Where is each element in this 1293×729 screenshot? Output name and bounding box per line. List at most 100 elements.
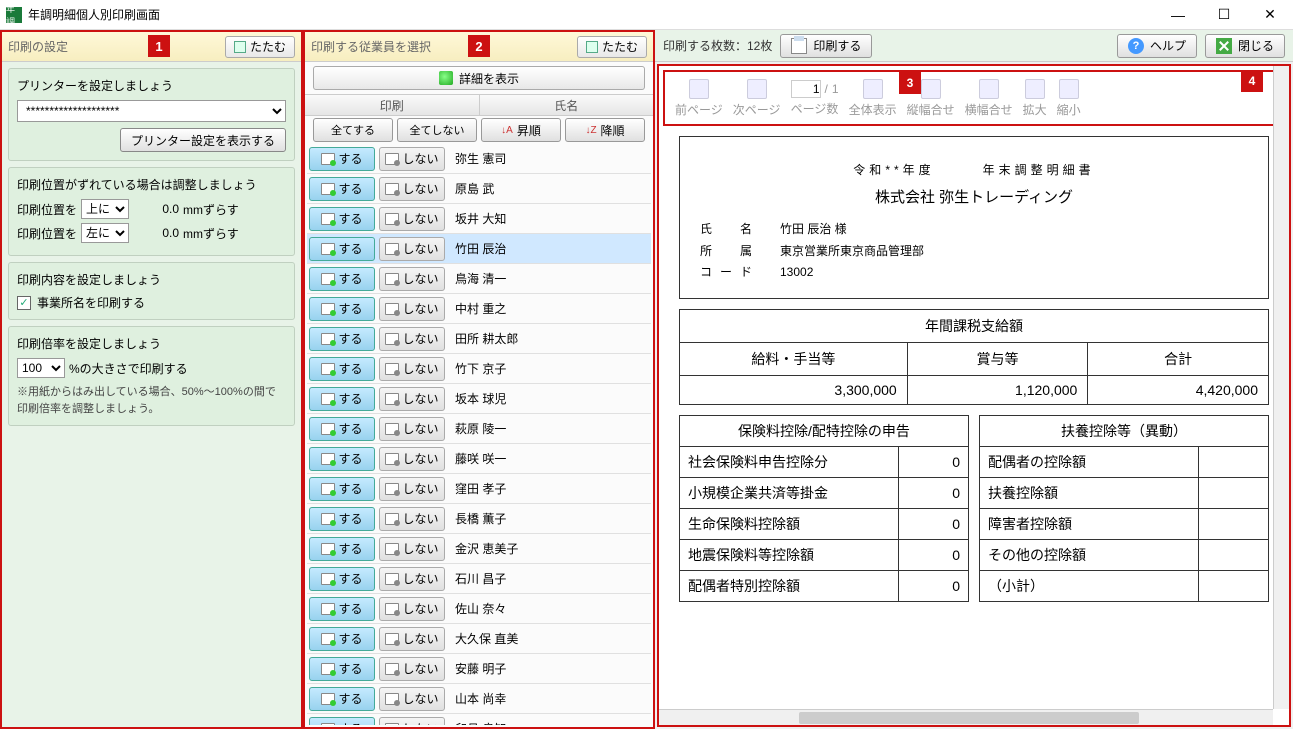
show-printer-settings-button[interactable]: プリンター設定を表示する <box>120 128 286 152</box>
print-on-button[interactable]: する <box>309 447 375 471</box>
print-on-button[interactable]: する <box>309 207 375 231</box>
print-on-button[interactable]: する <box>309 237 375 261</box>
print-on-button[interactable]: する <box>309 297 375 321</box>
print-on-button[interactable]: する <box>309 627 375 651</box>
fold-button[interactable]: たたむ <box>225 36 295 58</box>
print-on-button[interactable]: する <box>309 657 375 681</box>
printer-icon <box>385 633 399 645</box>
print-off-button[interactable]: しない <box>379 387 445 411</box>
sort-desc-button[interactable]: ↓Z降順 <box>565 118 645 142</box>
print-office-name-checkbox[interactable]: ✓ 事業所名を印刷する <box>17 294 286 311</box>
prev-page-button[interactable]: 前ページ <box>675 79 723 118</box>
help-button[interactable]: ? ヘルプ <box>1117 34 1197 58</box>
callout-3: 3 <box>899 72 921 94</box>
employee-row[interactable]: するしない原島 武 <box>307 174 651 204</box>
print-off-button[interactable]: しない <box>379 627 445 651</box>
sort-asc-button[interactable]: ↓A昇順 <box>481 118 561 142</box>
fold-button[interactable]: たたむ <box>577 36 647 58</box>
employee-row[interactable]: するしない金沢 恵美子 <box>307 534 651 564</box>
print-on-button[interactable]: する <box>309 357 375 381</box>
print-on-button[interactable]: する <box>309 387 375 411</box>
print-on-button[interactable]: する <box>309 267 375 291</box>
employee-row[interactable]: するしない坂本 球児 <box>307 384 651 414</box>
print-on-button[interactable]: する <box>309 567 375 591</box>
employee-row[interactable]: するしない卯月 良知 <box>307 714 651 725</box>
offset-vert-select[interactable]: 上に <box>81 199 129 219</box>
print-off-button[interactable]: しない <box>379 147 445 171</box>
zoom-in-button[interactable]: 拡大 <box>1023 79 1047 118</box>
print-on-button[interactable]: する <box>309 597 375 621</box>
employee-row[interactable]: するしない鳥海 清一 <box>307 264 651 294</box>
print-on-button[interactable]: する <box>309 507 375 531</box>
vertical-scrollbar[interactable] <box>1273 66 1289 709</box>
all-on-button[interactable]: 全てする <box>313 118 393 142</box>
employee-row[interactable]: するしない弥生 憲司 <box>307 144 651 174</box>
print-on-button[interactable]: する <box>309 147 375 171</box>
employee-row[interactable]: するしない田所 耕太郎 <box>307 324 651 354</box>
employee-row[interactable]: するしない中村 重之 <box>307 294 651 324</box>
print-off-button[interactable]: しない <box>379 447 445 471</box>
print-off-button[interactable]: しない <box>379 537 445 561</box>
employee-row[interactable]: するしない藤咲 咲一 <box>307 444 651 474</box>
print-on-button[interactable]: する <box>309 327 375 351</box>
print-off-button[interactable]: しない <box>379 567 445 591</box>
printer-icon <box>385 213 399 225</box>
print-off-button[interactable]: しない <box>379 267 445 291</box>
employee-row[interactable]: するしない坂井 大知 <box>307 204 651 234</box>
print-off-button[interactable]: しない <box>379 357 445 381</box>
employee-row[interactable]: するしない窪田 孝子 <box>307 474 651 504</box>
printer-icon <box>385 333 399 345</box>
print-off-button[interactable]: しない <box>379 597 445 621</box>
print-off-button[interactable]: しない <box>379 507 445 531</box>
offset-horz-select[interactable]: 左に <box>81 223 129 243</box>
fit-v-icon <box>921 79 941 99</box>
employee-row[interactable]: するしない安藤 明子 <box>307 654 651 684</box>
print-on-button[interactable]: する <box>309 717 375 726</box>
all-off-button[interactable]: 全てしない <box>397 118 477 142</box>
print-off-button[interactable]: しない <box>379 237 445 261</box>
employee-row[interactable]: するしない佐山 奈々 <box>307 594 651 624</box>
scale-select[interactable]: 100 <box>17 358 65 378</box>
zoom-in-icon <box>1025 79 1045 99</box>
employee-row[interactable]: するしない竹下 京子 <box>307 354 651 384</box>
zoom-out-button[interactable]: 縮小 <box>1057 79 1081 118</box>
close-button[interactable]: 閉じる <box>1205 34 1285 58</box>
print-off-button[interactable]: しない <box>379 477 445 501</box>
print-on-button[interactable]: する <box>309 417 375 441</box>
print-off-button[interactable]: しない <box>379 417 445 441</box>
fit-h-button[interactable]: 横幅合せ <box>965 79 1013 118</box>
callout-2: 2 <box>468 35 490 57</box>
printer-select[interactable]: ******************** <box>17 100 286 122</box>
close-window-button[interactable]: ✕ <box>1247 0 1293 30</box>
employee-row[interactable]: するしない山本 尚幸 <box>307 684 651 714</box>
next-page-icon <box>747 79 767 99</box>
print-on-button[interactable]: する <box>309 477 375 501</box>
fit-all-button[interactable]: 全体表示 <box>849 79 897 118</box>
employee-row[interactable]: するしない石川 昌子 <box>307 564 651 594</box>
page-input[interactable] <box>791 80 821 98</box>
print-off-button[interactable]: しない <box>379 177 445 201</box>
print-off-button[interactable]: しない <box>379 327 445 351</box>
minimize-button[interactable]: — <box>1155 0 1201 30</box>
print-off-button[interactable]: しない <box>379 687 445 711</box>
employee-row[interactable]: するしない竹田 辰治 <box>307 234 651 264</box>
print-off-button[interactable]: しない <box>379 207 445 231</box>
printer-icon <box>321 303 335 315</box>
employee-list[interactable]: するしない弥生 憲司するしない原島 武するしない坂井 大知するしない竹田 辰治す… <box>307 144 651 725</box>
print-on-button[interactable]: する <box>309 537 375 561</box>
print-button[interactable]: 印刷する <box>780 34 872 58</box>
show-detail-button[interactable]: 詳細を表示 <box>313 66 645 90</box>
offset-section: 印刷位置がずれている場合は調整しましょう 印刷位置を 上に 0.0 mmずらす … <box>8 167 295 256</box>
print-on-button[interactable]: する <box>309 177 375 201</box>
employee-row[interactable]: するしない萩原 陵一 <box>307 414 651 444</box>
next-page-button[interactable]: 次ページ <box>733 79 781 118</box>
print-off-button[interactable]: しない <box>379 717 445 726</box>
employee-row[interactable]: するしない長橋 薫子 <box>307 504 651 534</box>
employee-row[interactable]: するしない大久保 直美 <box>307 624 651 654</box>
print-off-button[interactable]: しない <box>379 297 445 321</box>
print-off-button[interactable]: しない <box>379 657 445 681</box>
print-on-button[interactable]: する <box>309 687 375 711</box>
maximize-button[interactable]: ☐ <box>1201 0 1247 30</box>
printer-icon <box>385 273 399 285</box>
horizontal-scrollbar[interactable] <box>659 709 1273 725</box>
